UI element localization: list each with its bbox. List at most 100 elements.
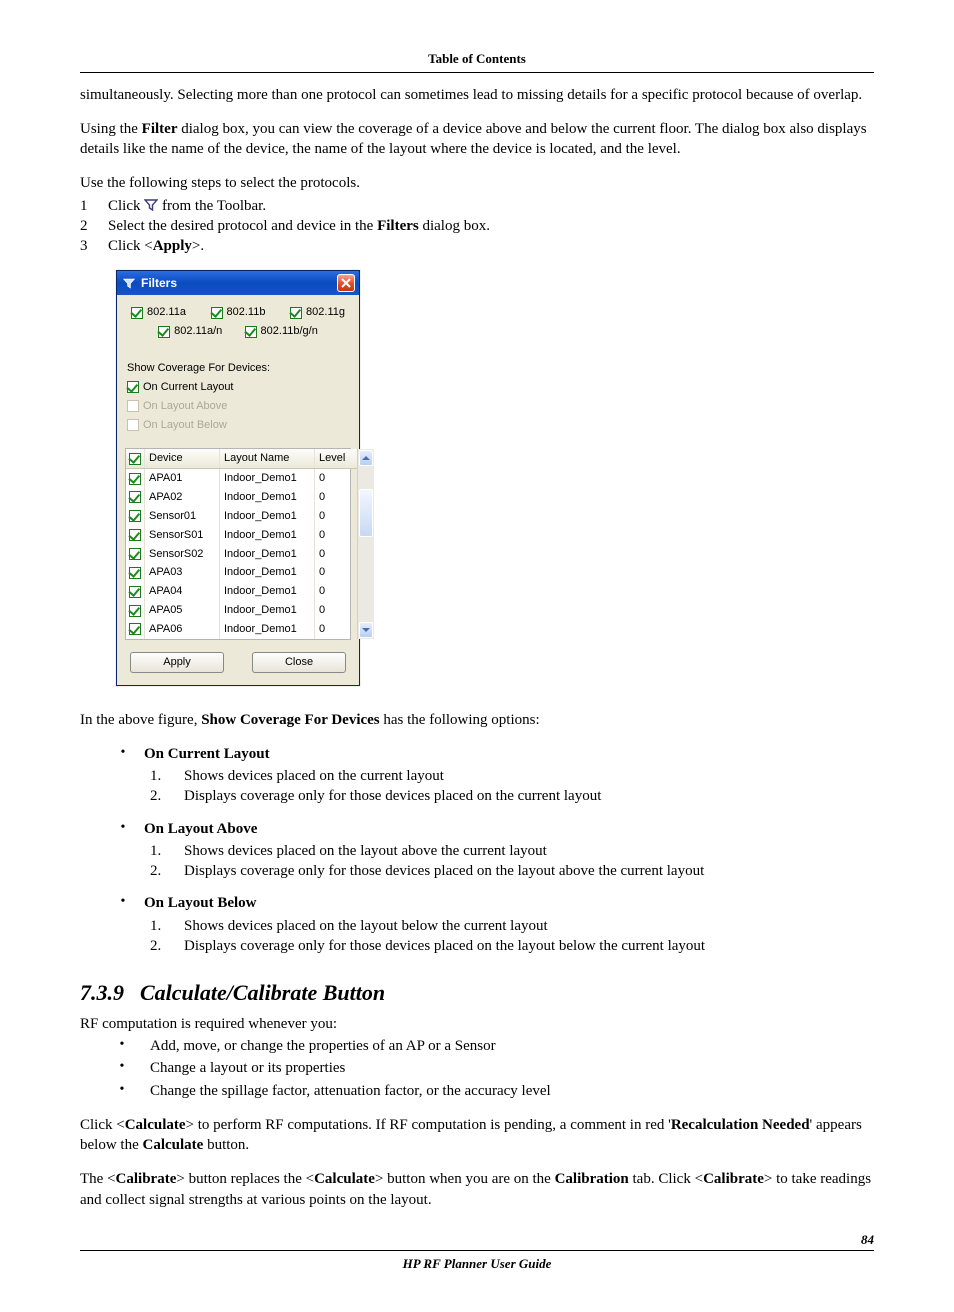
checkbox-label: On Current Layout [143, 380, 234, 395]
text: In the above figure, [80, 712, 201, 728]
list-item: Add, move, or change the properties of a… [94, 1036, 874, 1056]
cell-level: 0 [315, 507, 357, 526]
dialog-title: Filters [141, 275, 337, 291]
close-dialog-button[interactable]: Close [252, 652, 346, 673]
checkbox-80211a[interactable]: 802.11a [131, 305, 186, 320]
term: Calculate [142, 1137, 203, 1153]
protocol-row-1: 802.11a 802.11b 802.11g [125, 305, 351, 320]
table-row[interactable]: Sensor01Indoor_Demo10 [126, 507, 357, 526]
section-title: Calculate/Calibrate Button [140, 980, 385, 1005]
sub-text: Displays coverage only for those devices… [184, 861, 704, 881]
close-button[interactable] [337, 274, 355, 292]
table-row[interactable]: APA06Indoor_Demo10 [126, 620, 357, 639]
row-checkbox[interactable] [126, 545, 145, 564]
option-title: On Current Layout [144, 746, 270, 762]
cell-device: APA05 [145, 601, 220, 620]
col-device[interactable]: Device [145, 449, 220, 468]
table-row[interactable]: APA02Indoor_Demo10 [126, 488, 357, 507]
dialog-body: 802.11a 802.11b 802.11g 802.11a/n 802.11… [117, 295, 359, 684]
cell-layout: Indoor_Demo1 [220, 601, 315, 620]
term-filter: Filter [142, 121, 178, 137]
sub-number: 2. [144, 786, 184, 806]
checkbox-80211bgn[interactable]: 802.11b/g/n [245, 324, 318, 339]
sub-item: 2.Displays coverage only for those devic… [144, 861, 874, 881]
sub-number: 2. [144, 936, 184, 956]
table-row[interactable]: APA01Indoor_Demo10 [126, 469, 357, 488]
scroll-up-button[interactable] [359, 450, 373, 466]
checkbox-icon [129, 510, 141, 522]
checkbox-80211g[interactable]: 802.11g [290, 305, 345, 320]
row-checkbox[interactable] [126, 563, 145, 582]
step-text: Select the desired protocol and device i… [108, 216, 874, 236]
term: Calibration [555, 1171, 629, 1187]
row-checkbox[interactable] [126, 582, 145, 601]
dialog-titlebar[interactable]: Filters [117, 271, 359, 295]
sub-item: 2.Displays coverage only for those devic… [144, 936, 874, 956]
cell-layout: Indoor_Demo1 [220, 469, 315, 488]
text: Click < [80, 1117, 125, 1133]
vertical-scrollbar[interactable] [357, 449, 374, 638]
dialog-buttons: Apply Close [125, 652, 351, 673]
text: >. [192, 238, 204, 254]
row-checkbox[interactable] [126, 469, 145, 488]
option-title: On Layout Below [144, 895, 257, 911]
cell-layout: Indoor_Demo1 [220, 620, 315, 639]
col-level[interactable]: Level [315, 449, 357, 468]
row-checkbox[interactable] [126, 620, 145, 639]
checkbox-on-layout-above: On Layout Above [127, 399, 351, 414]
cell-layout: Indoor_Demo1 [220, 488, 315, 507]
cell-device: APA06 [145, 620, 220, 639]
list-item: On Layout Above1.Shows devices placed on… [102, 819, 874, 890]
table-row[interactable]: SensorS01Indoor_Demo10 [126, 526, 357, 545]
text: tab. Click < [629, 1171, 703, 1187]
table-row[interactable]: APA03Indoor_Demo10 [126, 563, 357, 582]
header-checkbox[interactable] [126, 449, 145, 468]
checkbox-icon [131, 307, 143, 319]
row-checkbox[interactable] [126, 526, 145, 545]
paragraph-calibrate: The <Calibrate> button replaces the <Cal… [80, 1169, 874, 1210]
cell-device: Sensor01 [145, 507, 220, 526]
checkbox-label: 802.11b [227, 305, 266, 320]
table-row[interactable]: APA04Indoor_Demo10 [126, 582, 357, 601]
sub-text: Shows devices placed on the current layo… [184, 766, 444, 786]
col-layout-name[interactable]: Layout Name [220, 449, 315, 468]
checkbox-label: 802.11a/n [174, 324, 222, 339]
filters-dialog: Filters 802.11a 802.11b 802.11g 802.11a/… [116, 270, 360, 685]
list-item: On Current Layout1.Shows devices placed … [102, 744, 874, 815]
row-checkbox[interactable] [126, 488, 145, 507]
cell-level: 0 [315, 582, 357, 601]
checkbox-label: 802.11b/g/n [261, 324, 318, 339]
checkbox-icon [129, 567, 141, 579]
scroll-down-button[interactable] [359, 622, 373, 638]
term-show-coverage: Show Coverage For Devices [201, 712, 379, 728]
row-checkbox[interactable] [126, 601, 145, 620]
cell-device: APA04 [145, 582, 220, 601]
text: > to perform RF computations. If RF comp… [186, 1117, 671, 1133]
text: Select the desired protocol and device i… [108, 218, 377, 234]
device-table: Device Layout Name Level APA01Indoor_Dem… [125, 448, 351, 639]
checkbox-80211an[interactable]: 802.11a/n [158, 324, 222, 339]
step-text: Click from the Toolbar. [108, 196, 874, 216]
text: dialog box, you can view the coverage of… [80, 121, 867, 157]
table-row[interactable]: APA05Indoor_Demo10 [126, 601, 357, 620]
apply-button[interactable]: Apply [130, 652, 224, 673]
table-row[interactable]: SensorS02Indoor_Demo10 [126, 545, 357, 564]
checkbox-icon [129, 586, 141, 598]
scroll-thumb[interactable] [359, 489, 373, 537]
checkbox-80211b[interactable]: 802.11b [211, 305, 266, 320]
checkbox-icon [127, 381, 139, 393]
sub-number: 1. [144, 841, 184, 861]
table-grid: Device Layout Name Level APA01Indoor_Dem… [126, 449, 357, 638]
row-checkbox[interactable] [126, 507, 145, 526]
protocol-row-2: 802.11a/n 802.11b/g/n [125, 320, 351, 339]
cell-layout: Indoor_Demo1 [220, 563, 315, 582]
checkbox-icon [158, 326, 170, 338]
term: Calculate [125, 1117, 186, 1133]
checkbox-icon [129, 623, 141, 635]
step-2: 2 Select the desired protocol and device… [80, 216, 874, 236]
paragraph-calculate: Click <Calculate> to perform RF computat… [80, 1115, 874, 1156]
checkbox-on-current-layout[interactable]: On Current Layout [127, 380, 351, 395]
text: > button replaces the < [176, 1171, 314, 1187]
cell-level: 0 [315, 620, 357, 639]
text: Click < [108, 238, 153, 254]
